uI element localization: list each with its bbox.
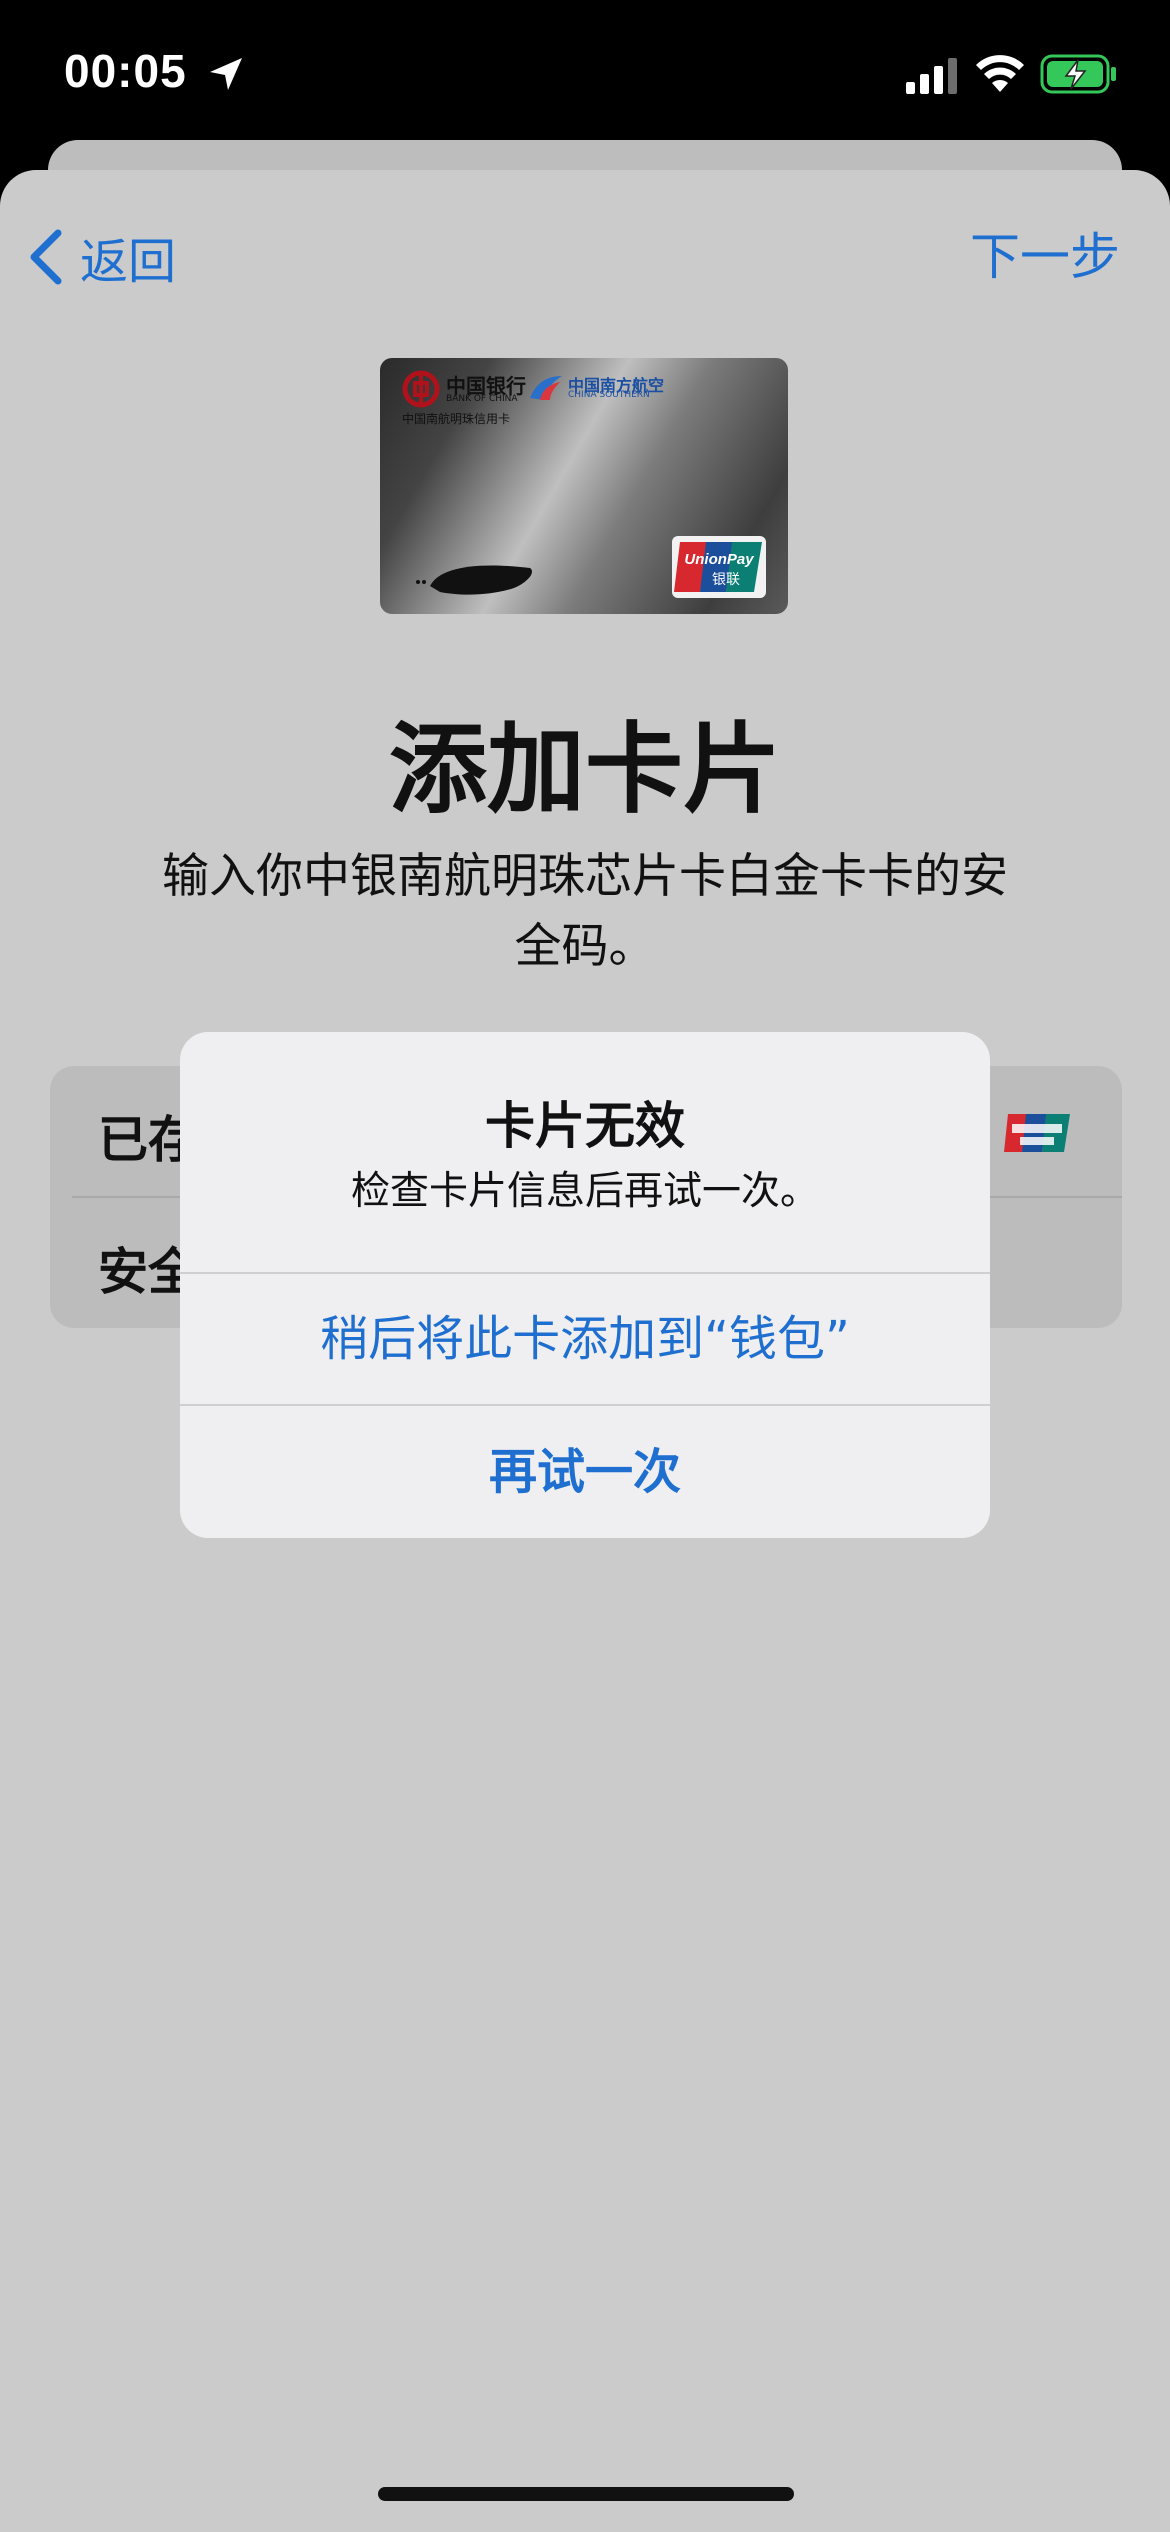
alert-title: 卡片无效 — [485, 1097, 685, 1155]
home-indicator[interactable] — [378, 2487, 794, 2501]
back-button-label: 返回 — [80, 234, 177, 290]
cellular-signal-icon — [906, 58, 957, 94]
card-bank-name-en: BANK OF CHINA — [446, 394, 518, 404]
card-airline-name-en: CHINA SOUTHERN — [568, 390, 650, 400]
page-subtitle: 输入你中银南航明珠芯片卡白金卡卡的安全码。 — [162, 849, 1008, 974]
card-product-name: 中国南航明珠信用卡 — [402, 412, 511, 426]
invalid-card-alert: 卡片无效 检查卡片信息后再试一次。 稍后将此卡添加到“钱包” 再试一次 — [180, 1032, 990, 1538]
china-southern-logo — [530, 376, 562, 400]
unionpay-text-cn: 银联 — [712, 572, 740, 588]
next-button[interactable]: 下一步 — [970, 222, 1120, 292]
page-title: 添加卡片 — [388, 713, 781, 827]
unionpay-logo: UnionPay 银联 — [672, 536, 766, 598]
card-number-redaction — [416, 565, 533, 595]
unionpay-icon — [1004, 1114, 1070, 1152]
chevron-left-icon — [30, 229, 62, 285]
back-button[interactable]: 返回 — [26, 222, 176, 292]
retry-button[interactable]: 再试一次 — [180, 1406, 990, 1538]
status-bar: 00:05 — [0, 0, 1170, 140]
bank-of-china-logo — [402, 370, 440, 408]
add-later-button[interactable]: 稍后将此卡添加到“钱包” — [180, 1274, 990, 1404]
wifi-icon — [976, 55, 1024, 92]
location-arrow-icon — [210, 58, 242, 90]
card-image: 中国银行 BANK OF CHINA 中国南航明珠信用卡 中国南方航空 CHIN… — [380, 358, 788, 614]
status-time: 00:05 — [64, 45, 187, 97]
battery-charging-icon — [1040, 54, 1116, 94]
alert-message: 检查卡片信息后再试一次。 — [350, 1169, 819, 1214]
unionpay-text: UnionPay — [684, 551, 754, 568]
